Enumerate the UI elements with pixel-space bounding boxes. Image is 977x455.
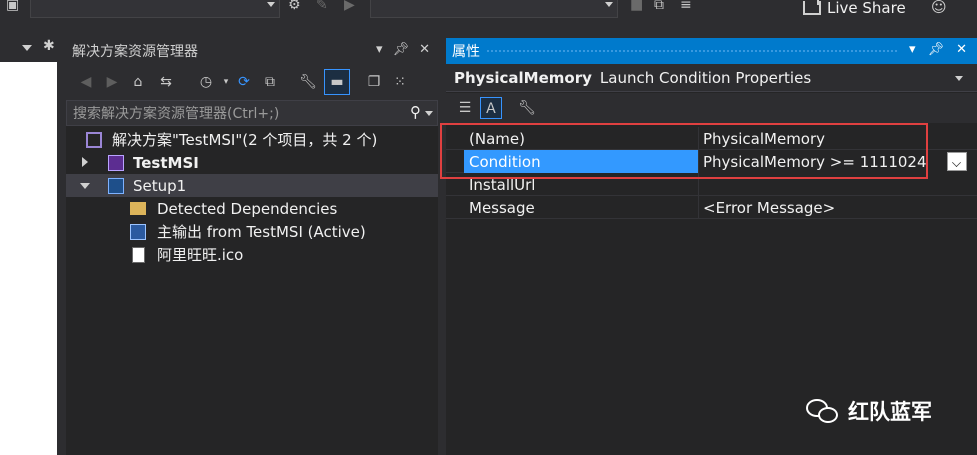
tree-item-detected-dependencies[interactable]: Detected Dependencies	[66, 197, 438, 220]
startup-item-combo[interactable]	[370, 0, 618, 18]
property-row-message[interactable]: Message <Error Message>	[446, 196, 977, 219]
live-share-button[interactable]: Live Share	[803, 0, 906, 17]
property-value[interactable]: PhysicalMemory	[698, 127, 977, 150]
setup-project-icon	[108, 178, 124, 194]
class-view-icon[interactable]: ⁙	[390, 72, 410, 92]
chevron-down-icon[interactable]	[947, 152, 967, 171]
chevron-down-icon[interactable]	[955, 76, 963, 81]
solution-explorer-title-bar: 解决方案资源管理器 ▾ 📌︎ ✕	[66, 38, 438, 64]
pending-changes-icon[interactable]: ◷	[196, 72, 216, 92]
object-type: Launch Condition Properties	[599, 68, 812, 87]
close-icon[interactable]: ✕	[956, 42, 967, 57]
properties-panel: 属性 ▾ 📌︎ ✕ PhysicalMemory Launch Conditio…	[440, 38, 977, 455]
watermark-text: 红队蓝军	[848, 400, 932, 424]
property-value[interactable]: PhysicalMemory >= 1111024	[698, 150, 977, 173]
top-toolbar: ▣ ⚙ ✎ ▶ ■ ⧉ ≡ Live Share ☺	[0, 0, 977, 38]
tree-item-label: 阿里旺旺.ico	[157, 246, 244, 264]
chevron-down-icon	[605, 2, 613, 7]
hierarchy-icon[interactable]: ⧉	[654, 0, 664, 12]
property-row-name[interactable]: (Name) PhysicalMemory	[446, 127, 977, 150]
new-view-icon[interactable]: ❐	[364, 72, 384, 92]
property-grid: (Name) PhysicalMemory Condition Physical…	[440, 123, 977, 219]
collapse-all-icon[interactable]: ⧉	[260, 72, 280, 92]
property-row-condition[interactable]: Condition PhysicalMemory >= 1111024	[446, 150, 977, 173]
panel-title: 解决方案资源管理器	[72, 44, 198, 60]
sync-icon[interactable]: ⟳	[234, 72, 254, 92]
solution-explorer-toolbar: ◀ ▶ ⌂ ⇆ ◷ ▾ ⟳ ⧉ 🔧︎ ▬ ❐ ⁙	[66, 64, 438, 100]
tree-item-label: 解决方案"TestMSI"(2 个项目，共 2 个)	[112, 131, 378, 149]
attach-icon[interactable]: ⚙	[288, 0, 301, 12]
categorized-icon[interactable]: ☰	[454, 97, 476, 119]
tree-item-primary-output[interactable]: 主输出 from TestMSI (Active)	[66, 220, 438, 243]
property-name: Message	[469, 198, 535, 217]
pin-icon[interactable]: 📌︎	[928, 42, 945, 57]
solution-explorer-search-input[interactable]: 搜索解决方案资源管理器(Ctrl+;) ⚲	[66, 100, 438, 126]
property-pages-icon[interactable]: 🔧︎	[516, 97, 538, 119]
solution-tree: 解决方案"TestMSI"(2 个项目，共 2 个) TestMSI Setup…	[66, 128, 438, 266]
property-name: Condition	[464, 150, 698, 173]
chevron-down-icon[interactable]: ▾	[216, 72, 236, 92]
tree-item-ico-file[interactable]: 阿里旺旺.ico	[66, 243, 438, 266]
solution-explorer-panel: 解决方案资源管理器 ▾ 📌︎ ✕ ◀ ▶ ⌂ ⇆ ◷ ▾ ⟳ ⧉ 🔧︎ ▬ ❐ …	[66, 38, 438, 455]
stop-icon[interactable]: ■	[630, 0, 643, 12]
live-share-label: Live Share	[827, 0, 906, 17]
tree-item-setup1[interactable]: Setup1	[66, 174, 438, 197]
property-name: InstallUrl	[469, 175, 536, 194]
chevron-down-icon[interactable]	[425, 111, 433, 116]
pin-icon[interactable]: 📌︎	[393, 42, 410, 57]
wechat-icon	[806, 397, 840, 425]
panel-title: 属性	[452, 44, 480, 60]
search-icon[interactable]: ⚲	[410, 103, 421, 121]
switch-views-icon[interactable]: ⇆	[156, 72, 176, 92]
properties-toolbar: ☰ Ａ 🔧︎	[446, 93, 977, 123]
watermark: 红队蓝军	[806, 396, 932, 426]
chevron-down-icon	[267, 2, 275, 7]
close-icon[interactable]: ✕	[419, 42, 430, 57]
expand-arrow-icon[interactable]	[82, 157, 88, 167]
toolbar-unknown-icon[interactable]: ▣	[6, 0, 19, 12]
tree-item-label: 主输出 from TestMSI (Active)	[157, 223, 366, 241]
property-row-installurl[interactable]: InstallUrl	[446, 173, 977, 196]
person-feedback-icon[interactable]: ☺	[931, 0, 949, 16]
csharp-project-icon	[108, 155, 124, 171]
properties-title-bar: 属性 ▾ 📌︎ ✕	[446, 38, 977, 64]
object-name: PhysicalMemory	[454, 68, 592, 87]
alphabetical-icon[interactable]: Ａ	[480, 97, 502, 119]
wrench-icon[interactable]: 🔧︎	[298, 72, 318, 92]
property-value[interactable]	[698, 173, 977, 196]
start-icon[interactable]: ▶	[344, 0, 355, 12]
object-selector[interactable]: PhysicalMemory Launch Condition Properti…	[446, 64, 977, 92]
tree-item-label: Detected Dependencies	[157, 199, 338, 218]
tree-item-solution[interactable]: 解决方案"TestMSI"(2 个项目，共 2 个)	[66, 128, 438, 151]
collapse-arrow-icon[interactable]	[80, 183, 90, 189]
forward-icon[interactable]: ▶	[102, 72, 122, 92]
tree-item-testmsi[interactable]: TestMSI	[66, 151, 438, 174]
search-placeholder: 搜索解决方案资源管理器(Ctrl+;)	[73, 106, 280, 122]
preview-selected-icon[interactable]: ▬	[324, 69, 350, 95]
primary-output-icon	[130, 224, 146, 240]
pencil-icon[interactable]: ✎	[316, 0, 328, 12]
back-icon[interactable]: ◀	[76, 72, 96, 92]
home-icon[interactable]: ⌂	[128, 72, 148, 92]
share-icon	[803, 1, 821, 15]
editor-area[interactable]	[0, 62, 57, 455]
property-name: (Name)	[469, 129, 525, 148]
chevron-down-icon[interactable]: ▾	[909, 42, 916, 57]
solution-icon	[86, 132, 102, 148]
property-value[interactable]: <Error Message>	[698, 196, 977, 219]
folder-icon	[130, 202, 146, 215]
overflow-icon[interactable]: ≡	[680, 0, 692, 12]
tree-item-label: TestMSI	[133, 153, 199, 172]
chevron-down-icon[interactable]	[22, 45, 32, 51]
chevron-down-icon[interactable]: ▾	[376, 42, 383, 57]
tree-item-label: Setup1	[133, 176, 187, 195]
gear-icon[interactable]: ✱	[43, 38, 55, 54]
solution-config-combo[interactable]	[30, 0, 280, 18]
file-icon	[132, 247, 145, 263]
